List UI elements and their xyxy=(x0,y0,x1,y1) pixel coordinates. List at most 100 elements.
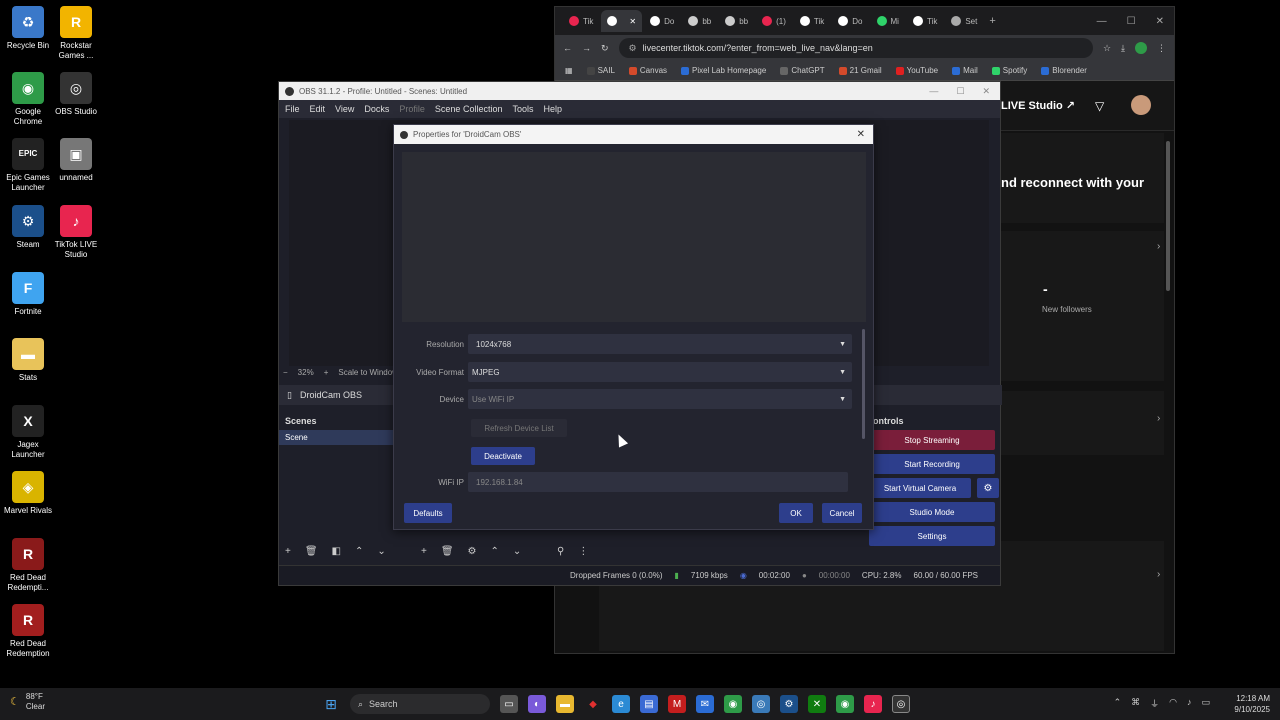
xbox-icon[interactable]: ✕ xyxy=(808,695,826,713)
trash-icon[interactable]: 🗑 xyxy=(305,546,318,557)
menu-icon[interactable]: ⋮ xyxy=(1157,43,1166,54)
copilot-icon[interactable]: ◐ xyxy=(528,695,546,713)
browser-tab[interactable]: ✕ xyxy=(601,10,643,32)
windows-start-icon[interactable]: ⊞ xyxy=(322,695,340,713)
desktop-icon[interactable]: ♪ TikTok LIVE Studio xyxy=(48,205,104,260)
scale-label[interactable]: Scale to Window xyxy=(338,368,398,377)
bookmark-item[interactable]: Spotify xyxy=(991,66,1027,75)
scrollbar[interactable] xyxy=(1166,141,1170,291)
refresh-device-list-button[interactable]: Refresh Device List xyxy=(471,419,567,437)
chevron-up-icon[interactable]: ⌃ xyxy=(355,546,363,557)
browser-tab[interactable]: bb xyxy=(682,10,717,32)
download-icon[interactable]: ⤓ xyxy=(1121,43,1125,54)
new-tab-icon[interactable]: + xyxy=(989,15,995,27)
wifi-ip-field[interactable]: 192.168.1.84 xyxy=(468,472,848,492)
tiktok-icon[interactable]: ♪ xyxy=(864,695,882,713)
close-icon[interactable]: ✕ xyxy=(857,129,865,140)
store-icon[interactable]: ▤ xyxy=(640,695,658,713)
start-recording-button[interactable]: Start Recording xyxy=(869,454,995,474)
volume-icon[interactable]: ♪ xyxy=(1187,697,1192,710)
desktop-icon[interactable]: X Jagex Launcher xyxy=(0,405,56,460)
browser-tab[interactable]: Do xyxy=(644,10,680,32)
chevron-down-icon[interactable]: ⌄ xyxy=(513,546,521,557)
add-icon[interactable]: + xyxy=(421,546,427,557)
chevron-up-icon[interactable]: ⌃ xyxy=(1114,697,1122,710)
desktop-icon[interactable]: ◎ OBS Studio xyxy=(48,72,104,117)
virtual-camera-settings-gear-icon[interactable]: ⚙ xyxy=(977,478,999,498)
minimize-icon[interactable]: — xyxy=(929,86,938,97)
bookmark-item[interactable]: Mail xyxy=(952,66,978,75)
chevron-right-icon[interactable]: › xyxy=(1157,569,1160,580)
browser-tab[interactable]: Set xyxy=(945,10,983,32)
more-icon[interactable]: ⋮ xyxy=(578,546,588,557)
desktop-icon[interactable]: ▣ unnamed xyxy=(48,138,104,183)
live-studio-link[interactable]: LIVE Studio ↗ xyxy=(1001,99,1075,112)
browser-tab[interactable]: Tik xyxy=(563,10,599,32)
edge-icon[interactable]: e xyxy=(612,695,630,713)
bookmark-item[interactable]: YouTube xyxy=(895,66,938,75)
stop-streaming-button[interactable]: Stop Streaming xyxy=(869,430,995,450)
bookmark-star-icon[interactable]: ☆ xyxy=(1103,43,1111,54)
browser-tab[interactable]: Mi xyxy=(871,10,905,32)
close-icon[interactable]: ✕ xyxy=(982,86,990,97)
cancel-button[interactable]: Cancel xyxy=(822,503,862,523)
trash-icon[interactable]: 🗑 xyxy=(441,546,454,557)
browser-tab[interactable]: (1) xyxy=(756,10,792,32)
obs-icon[interactable]: ◎ xyxy=(892,695,910,713)
reload-icon[interactable]: ↻ xyxy=(601,43,609,54)
chevron-up-icon[interactable]: ⌃ xyxy=(491,546,499,557)
scrollbar[interactable] xyxy=(862,329,865,439)
browser-tab[interactable]: Do xyxy=(832,10,868,32)
desktop-icon[interactable]: F Fortnite xyxy=(0,272,56,317)
bookmark-item[interactable]: 21 Gmail xyxy=(838,66,882,75)
taskbar-search[interactable]: ⌕ Search xyxy=(350,694,490,714)
chrome-icon[interactable]: ◉ xyxy=(836,695,854,713)
apps-grid-icon[interactable]: ▦ xyxy=(565,66,573,75)
ok-button[interactable]: OK xyxy=(779,503,813,523)
bookmark-item[interactable]: Pixel Lab Homepage xyxy=(681,66,766,75)
start-virtual-camera-button[interactable]: Start Virtual Camera xyxy=(869,478,971,498)
desktop-icon[interactable]: R Red Dead Redempti... xyxy=(0,538,56,593)
chrome-icon[interactable]: ◉ xyxy=(724,695,742,713)
device-select[interactable]: Use WiFi IP ▼ xyxy=(468,389,852,409)
battery-icon[interactable]: ▭ xyxy=(1201,697,1210,710)
resolution-select[interactable]: 1024x768 ▼ xyxy=(468,334,852,354)
close-icon[interactable]: ✕ xyxy=(1156,16,1164,27)
close-tab-icon[interactable]: ✕ xyxy=(629,17,636,26)
network-icon[interactable]: ⌘ xyxy=(1131,697,1140,710)
app-red-diamond-icon[interactable]: ◆ xyxy=(584,695,602,713)
bookmark-item[interactable]: ChatGPT xyxy=(780,66,825,75)
url-field[interactable]: ⚙ livecenter.tiktok.com/?enter_from=web_… xyxy=(618,38,1093,58)
forward-icon[interactable]: → xyxy=(582,43,591,53)
avatar[interactable] xyxy=(1131,95,1151,115)
menu-item-help[interactable]: Help xyxy=(543,104,562,114)
wifi-icon[interactable]: ◠ xyxy=(1169,697,1177,710)
desktop-icon[interactable]: R Rockstar Games ... xyxy=(48,6,104,61)
desktop-icon[interactable]: ▬ Stats xyxy=(0,338,56,383)
steam-icon[interactable]: ⚙ xyxy=(780,695,798,713)
menu-item-edit[interactable]: Edit xyxy=(310,104,326,114)
deactivate-button[interactable]: Deactivate xyxy=(471,447,535,465)
menu-item-profile[interactable]: Profile xyxy=(399,104,425,114)
menu-item-file[interactable]: File xyxy=(285,104,300,114)
filter-icon[interactable]: ◧ xyxy=(332,546,341,557)
menu-item-scene-collection[interactable]: Scene Collection xyxy=(435,104,503,114)
file-explorer-icon[interactable]: ▬ xyxy=(556,695,574,713)
task-view-icon[interactable]: ▭ xyxy=(500,695,518,713)
menu-item-docks[interactable]: Docks xyxy=(364,104,389,114)
clock[interactable]: 12:18 AM 9/10/2025 xyxy=(1234,693,1270,715)
desktop-icon[interactable]: R Red Dead Redemption xyxy=(0,604,56,659)
bookmark-item[interactable]: SAIL xyxy=(586,66,615,75)
bookmark-item[interactable]: Blorender xyxy=(1041,66,1087,75)
video-format-select[interactable]: MJPEG ▼ xyxy=(468,362,852,382)
usb-icon[interactable]: ⏚ xyxy=(1150,697,1159,710)
zoom-out-icon[interactable]: − xyxy=(283,368,288,377)
desktop-icon[interactable]: ◈ Marvel Rivals xyxy=(0,471,56,516)
maximize-icon[interactable]: ☐ xyxy=(1127,16,1136,27)
defaults-button[interactable]: Defaults xyxy=(404,503,452,523)
zoom-in-icon[interactable]: + xyxy=(324,368,329,377)
app-blue-icon[interactable]: ◎ xyxy=(752,695,770,713)
browser-tab[interactable]: Tik xyxy=(907,10,943,32)
link-icon[interactable]: ⚲ xyxy=(557,546,564,557)
browser-tab[interactable]: Tik xyxy=(794,10,830,32)
